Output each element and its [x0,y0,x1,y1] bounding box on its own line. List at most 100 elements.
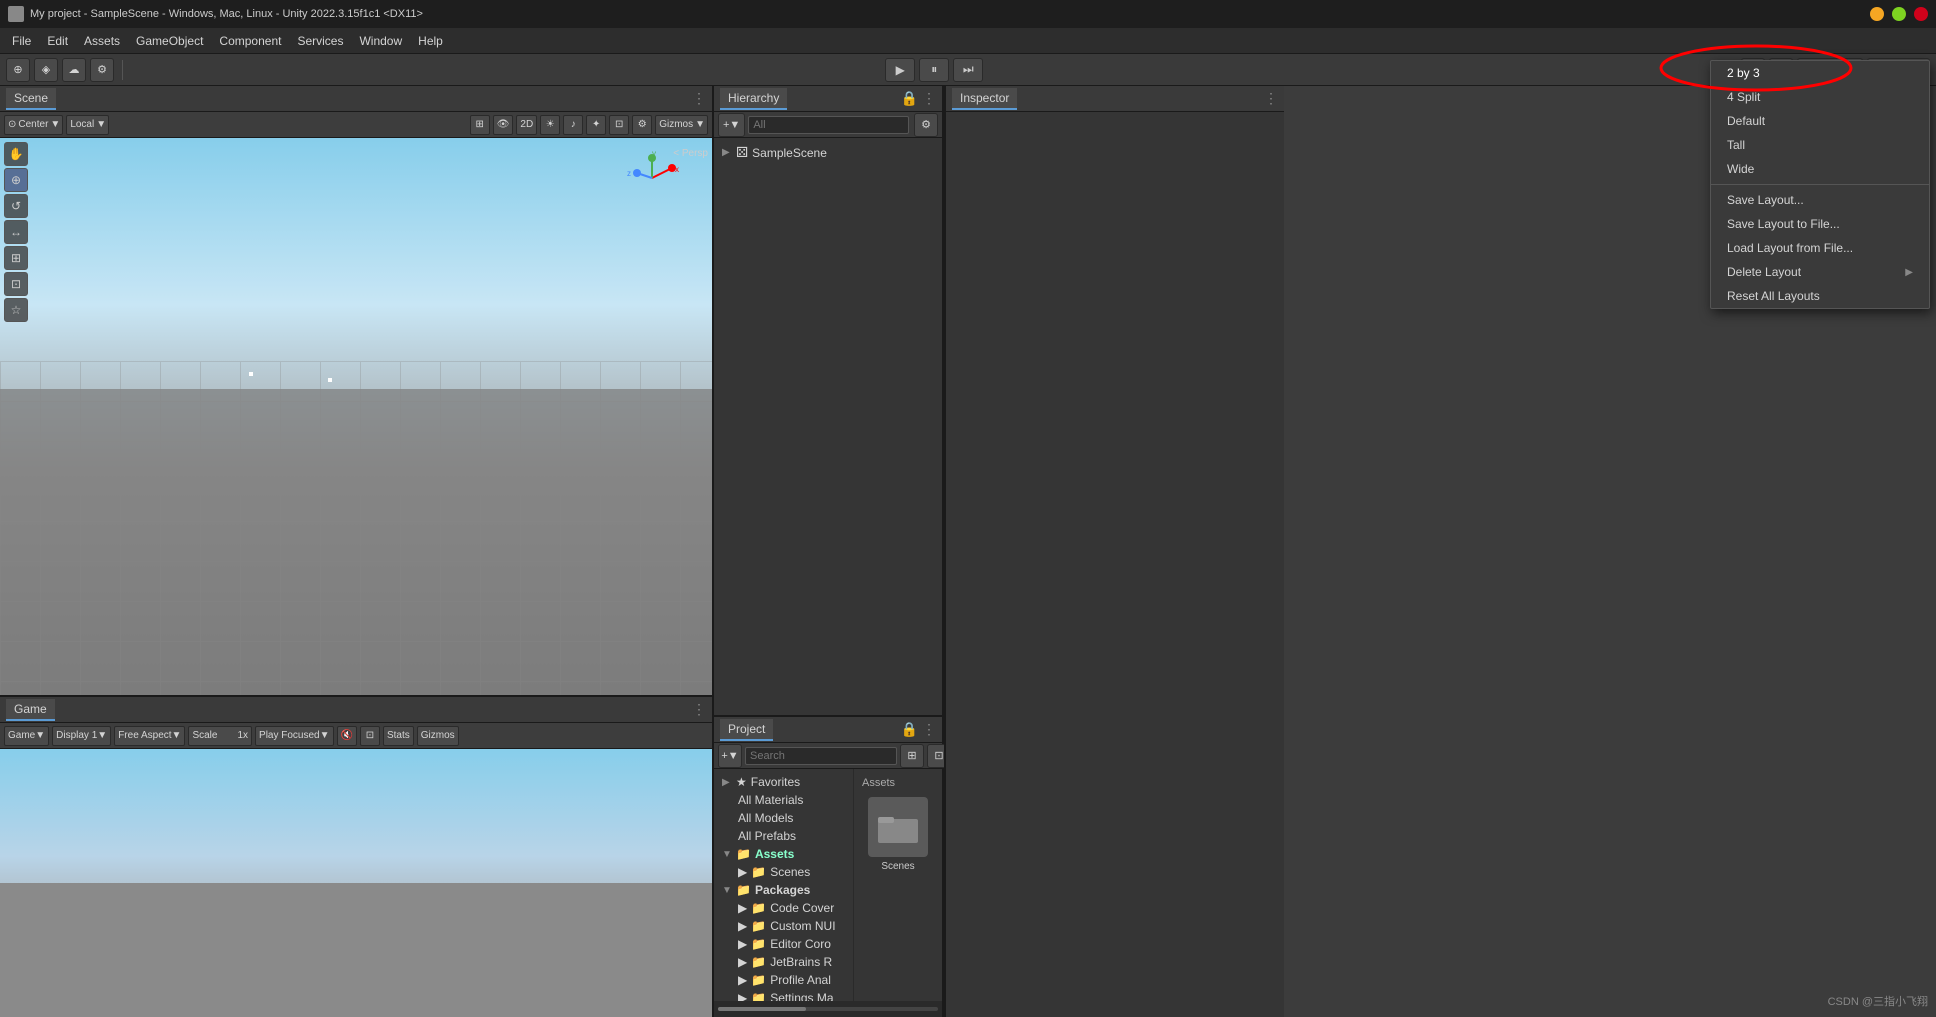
display-dropdown[interactable]: Display 1 ▼ [52,726,111,746]
all-prefabs-item[interactable]: All Prefabs [714,827,853,845]
layout-2by3-item[interactable]: 2 by 3 [1711,61,1929,85]
stats-btn[interactable]: Stats [383,726,414,746]
local-dropdown-btn[interactable]: Local ▼ [66,115,109,135]
menu-services[interactable]: Services [289,31,351,51]
rotate-tool-btn[interactable]: ↺ [4,194,28,218]
menu-help[interactable]: Help [410,31,451,51]
gizmos-game-btn[interactable]: Gizmos [417,726,459,746]
project-tab[interactable]: Project [720,719,773,741]
inspector-tab-bar: Inspector ⋮ [946,86,1284,112]
mute-btn[interactable]: 🔇 [337,726,357,746]
pkg-jetbrains[interactable]: ▶ 📁 JetBrains R [714,953,853,971]
game-panel-menu[interactable]: ⋮ [692,701,706,718]
aspect-dropdown[interactable]: Free Aspect ▼ [114,726,185,746]
transform-tool-btn[interactable]: ⊕ [6,58,30,82]
pkg-custom-nui[interactable]: ▶ 📁 Custom NUI [714,917,853,935]
favorites-folder[interactable]: ▶ ★ Favorites [714,773,853,791]
pkg-code-cover[interactable]: ▶ 📁 Code Cover [714,899,853,917]
menu-gameobject[interactable]: GameObject [128,31,211,51]
vfx-btn[interactable]: ✦ [586,115,606,135]
inspector-content [946,112,1284,1017]
layout-tall-item[interactable]: Tall [1711,133,1929,157]
scene-toolbar: ⊙ Center ▼ Local ▼ ⊞ 👁 2D ☀ ♪ ✦ ⊡ ⚙ Gizm [0,112,712,138]
pause-button[interactable]: ⏸ [919,58,949,82]
hand-tool-btn[interactable]: ✋ [4,142,28,166]
scene-tree-item[interactable]: ▶ ⚄ SampleScene [714,142,942,163]
packages-folder[interactable]: ▼ 📁 Packages [714,881,853,899]
move-tool-btn[interactable]: ⊕ [4,168,28,192]
minimize-button[interactable] [1870,7,1884,21]
pkg-code-cover-arrow: ▶ [738,901,747,915]
all-materials-item[interactable]: All Materials [714,791,853,809]
packages-folder-icon: 📁 [736,883,751,897]
maximize-button[interactable] [1892,7,1906,21]
2d-btn[interactable]: 2D [516,115,537,135]
menu-file[interactable]: File [4,31,39,51]
reset-all-layouts-item[interactable]: Reset All Layouts [1711,284,1929,308]
gizmos-dropdown-btn[interactable]: Gizmos ▼ [655,115,708,135]
scale-label-btn: Scale 1x [188,726,252,746]
rect-tool-btn[interactable]: ⊞ [4,246,28,270]
game-mode-dropdown[interactable]: Game ▼ [4,726,49,746]
scene-panel-menu[interactable]: ⋮ [692,90,706,107]
save-layout-file-item[interactable]: Save Layout to File... [1711,212,1929,236]
transform-tool-btn2[interactable]: ⊡ [4,272,28,296]
load-layout-file-item[interactable]: Load Layout from File... [1711,236,1929,260]
hierarchy-filter-btn[interactable]: ⚙ [914,113,938,137]
layout-wide-item[interactable]: Wide [1711,157,1929,181]
save-layout-item[interactable]: Save Layout... [1711,188,1929,212]
scenes-folder-asset[interactable] [868,797,928,857]
pivot-btn[interactable]: ◈ [34,58,58,82]
scenes-folder-item[interactable]: ▶ 📁 Scenes [714,863,853,881]
project-view-btn[interactable]: ⊞ [900,744,924,768]
assets-folder[interactable]: ▼ 📁 Assets [714,845,853,863]
layout-4split-item[interactable]: 4 Split [1711,85,1929,109]
project-tree: ▶ ★ Favorites All Materials All Models A… [714,769,854,1001]
play-focused-dropdown[interactable]: Play Focused ▼ [255,726,334,746]
hierarchy-tab[interactable]: Hierarchy [720,88,787,110]
play-button[interactable]: ▶ [885,58,915,82]
settings-btn[interactable]: ⚙ [90,58,114,82]
menu-assets[interactable]: Assets [76,31,128,51]
grid-tool-btn[interactable]: ⊞ [470,115,490,135]
project-search[interactable] [745,747,897,765]
menu-edit[interactable]: Edit [39,31,76,51]
pkg-profile-anal-icon: 📁 [751,973,766,987]
custom-tool-btn[interactable]: ☆ [4,298,28,322]
project-add-btn[interactable]: +▼ [718,744,742,768]
project-scrollbar[interactable] [714,1001,942,1017]
center-dropdown-btn[interactable]: ⊙ Center ▼ [4,115,63,135]
game-tab[interactable]: Game [6,699,55,721]
pkg-custom-nui-label: Custom NUI [770,919,835,933]
step-button[interactable]: ⏭ [953,58,983,82]
hierarchy-menu-btn[interactable]: ⋮ [922,90,936,107]
pkg-profile-anal[interactable]: ▶ 📁 Profile Anal [714,971,853,989]
hierarchy-search[interactable] [748,116,909,134]
hierarchy-add-btn[interactable]: +▼ [718,113,745,137]
pkg-editor-coro[interactable]: ▶ 📁 Editor Coro [714,935,853,953]
visibility-btn[interactable]: 👁 [493,115,514,135]
cloud-btn[interactable]: ☁ [62,58,86,82]
inspector-tab[interactable]: Inspector [952,88,1017,110]
scene-tab[interactable]: Scene [6,88,56,110]
menu-window[interactable]: Window [351,31,410,51]
maximize-btn[interactable]: ⊡ [360,726,380,746]
inspector-menu-btn[interactable]: ⋮ [1264,90,1278,107]
scale-tool-btn[interactable]: ↔ [4,220,28,244]
hide-btn[interactable]: ⊡ [609,115,629,135]
close-button[interactable] [1914,7,1928,21]
project-menu-btn[interactable]: ⋮ [922,721,936,738]
lighting-btn[interactable]: ☀ [540,115,560,135]
audio-btn[interactable]: ♪ [563,115,583,135]
pkg-settings-ma[interactable]: ▶ 📁 Settings Ma [714,989,853,1001]
hierarchy-lock-btn[interactable]: 🔒 [901,90,918,107]
pkg-custom-nui-icon: 📁 [751,919,766,933]
project-lock-btn[interactable]: 🔒 [901,721,918,738]
gizmos-btn[interactable]: ⚙ [632,115,652,135]
all-models-item[interactable]: All Models [714,809,853,827]
delete-layout-item[interactable]: Delete Layout ▶ [1711,260,1929,284]
middle-panel: Hierarchy 🔒 ⋮ +▼ ⚙ ▶ ⚄ SampleScene [714,86,944,1017]
layout-default-item[interactable]: Default [1711,109,1929,133]
project-panel: Project 🔒 ⋮ +▼ ⊞ ⊡ 📦 ℹ ▶ ★ [714,717,942,1017]
menu-component[interactable]: Component [211,31,289,51]
